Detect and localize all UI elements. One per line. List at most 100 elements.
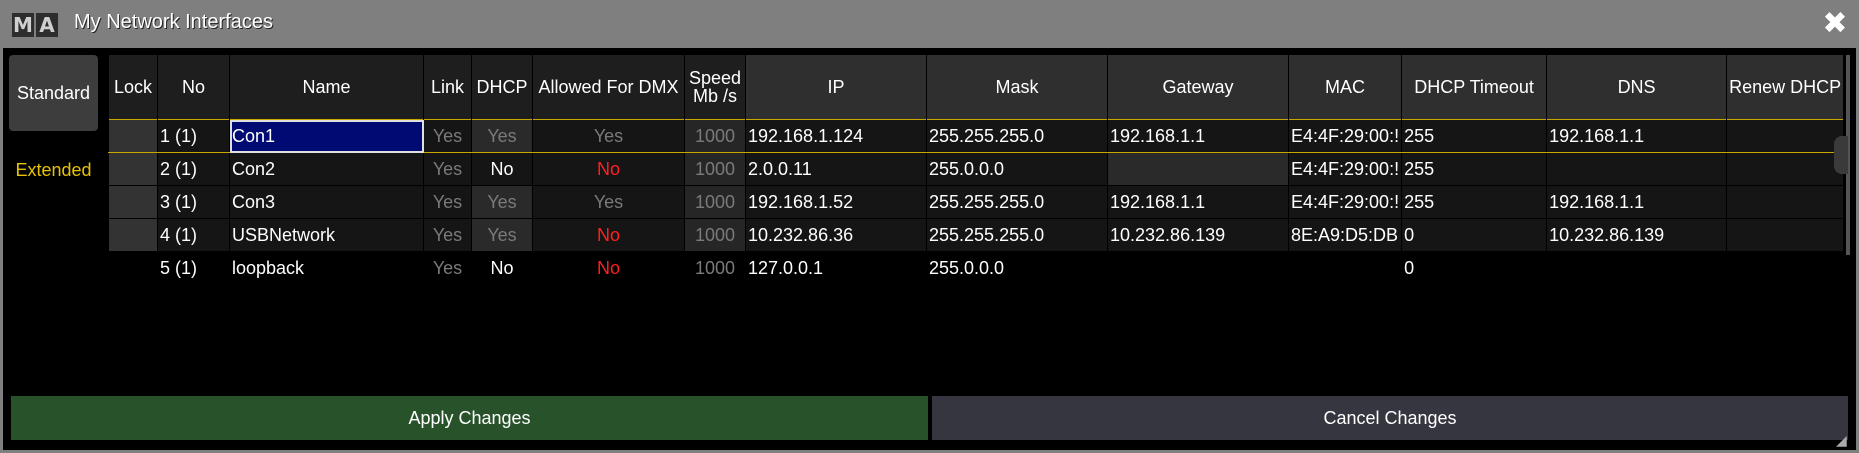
renew-cell[interactable] [1726, 251, 1845, 285]
dhcp-timeout-cell[interactable]: 255 [1401, 185, 1548, 219]
logo-letter-m: M [12, 13, 34, 37]
dmx-cell[interactable]: No [532, 152, 685, 186]
mac-cell: 8E:A9:D5:DB [1287, 218, 1403, 252]
no-cell: 4 (1) [157, 218, 230, 252]
table-row[interactable]: 5 (1) loopback Yes No No 1000 127.0.0.1 … [108, 251, 1845, 285]
no-cell: 5 (1) [157, 251, 230, 285]
scroll-handle[interactable] [1834, 136, 1848, 174]
link-cell: Yes [423, 218, 472, 252]
dhcp-cell[interactable]: Yes [471, 218, 533, 252]
apply-changes-button[interactable]: Apply Changes [11, 396, 928, 440]
cancel-changes-button[interactable]: Cancel Changes [932, 396, 1848, 440]
dhcp-timeout-cell[interactable]: 255 [1401, 152, 1548, 186]
col-allowed-for-dmx[interactable]: Allowed For DMX [532, 55, 685, 120]
name-cell[interactable]: loopback [229, 251, 424, 285]
lock-cell[interactable] [108, 218, 158, 252]
mac-cell [1287, 251, 1403, 285]
dhcp-cell[interactable]: No [471, 152, 533, 186]
col-speed[interactable]: Speed Mb /s [684, 55, 746, 120]
col-gateway[interactable]: Gateway [1107, 55, 1289, 120]
col-dhcp-timeout[interactable]: DHCP Timeout [1401, 55, 1548, 120]
mask-cell[interactable]: 255.255.255.0 [926, 119, 1108, 153]
table-header: Lock No Name Link DHCP Allowed For DMX S… [108, 55, 1845, 120]
mask-cell[interactable]: 255.0.0.0 [926, 251, 1108, 285]
ip-cell[interactable]: 192.168.1.124 [745, 119, 927, 153]
lock-cell [108, 251, 158, 285]
dns-cell[interactable] [1546, 152, 1728, 186]
col-mac[interactable]: MAC [1287, 55, 1403, 120]
link-cell: Yes [423, 119, 472, 153]
no-cell: 1 (1) [157, 119, 230, 153]
col-speed-bottom: Mb /s [692, 86, 737, 106]
name-cell[interactable]: Con2 [229, 152, 424, 186]
link-cell: Yes [423, 152, 472, 186]
tab-extended[interactable]: Extended [9, 132, 98, 208]
col-speed-top: Speed [688, 68, 742, 88]
mask-cell[interactable]: 255.255.255.0 [926, 185, 1108, 219]
dns-cell[interactable]: 192.168.1.1 [1546, 119, 1728, 153]
col-lock[interactable]: Lock [108, 55, 158, 120]
name-cell[interactable]: Con3 [229, 185, 424, 219]
dmx-cell[interactable]: Yes [532, 185, 685, 219]
dhcp-timeout-cell[interactable]: 0 [1401, 218, 1548, 252]
dmx-cell[interactable]: No [532, 251, 685, 285]
table-row[interactable]: 2 (1) Con2 Yes No No 1000 2.0.0.11 255.0… [108, 152, 1845, 186]
renew-cell[interactable] [1726, 185, 1845, 219]
dmx-cell[interactable]: Yes [532, 119, 685, 153]
col-name[interactable]: Name [229, 55, 424, 120]
tab-standard[interactable]: Standard [9, 55, 98, 131]
renew-cell[interactable] [1726, 119, 1845, 153]
speed-cell: 1000 [684, 152, 746, 186]
ip-cell[interactable]: 2.0.0.11 [745, 152, 927, 186]
gateway-cell[interactable] [1107, 251, 1289, 285]
ip-cell[interactable]: 10.232.86.36 [745, 218, 927, 252]
link-cell: Yes [423, 185, 472, 219]
speed-cell: 1000 [684, 185, 746, 219]
dhcp-cell[interactable]: Yes [471, 185, 533, 219]
col-link[interactable]: Link [423, 55, 472, 120]
col-mask[interactable]: Mask [926, 55, 1108, 120]
network-interfaces-table: Lock No Name Link DHCP Allowed For DMX S… [108, 55, 1845, 285]
table-row[interactable]: 4 (1) USBNetwork Yes Yes No 1000 10.232.… [108, 218, 1845, 252]
name-cell-selected[interactable]: Con1 [229, 119, 424, 153]
name-cell[interactable]: USBNetwork [229, 218, 424, 252]
lock-cell[interactable] [108, 119, 158, 153]
window-title: My Network Interfaces [74, 11, 273, 33]
mask-cell[interactable]: 255.255.255.0 [926, 218, 1108, 252]
close-icon[interactable]: ✖ [1818, 6, 1852, 42]
no-cell: 2 (1) [157, 152, 230, 186]
col-renew-dhcp[interactable]: Renew DHCP [1726, 55, 1845, 120]
speed-cell: 1000 [684, 218, 746, 252]
title-bar: M A My Network Interfaces ✖ [0, 0, 1859, 48]
col-dhcp[interactable]: DHCP [471, 55, 533, 120]
dns-cell[interactable]: 192.168.1.1 [1546, 185, 1728, 219]
dmx-cell[interactable]: No [532, 218, 685, 252]
logo-letter-a: A [36, 13, 58, 37]
mac-cell: E4:4F:29:00:! [1287, 185, 1403, 219]
table-row[interactable]: 1 (1) Con1 Yes Yes Yes 1000 192.168.1.12… [108, 119, 1845, 153]
renew-cell[interactable] [1726, 218, 1845, 252]
link-cell: Yes [423, 251, 472, 285]
resize-grip-icon[interactable]: ◢ [1836, 432, 1852, 448]
gateway-cell[interactable]: 192.168.1.1 [1107, 119, 1289, 153]
speed-cell: 1000 [684, 251, 746, 285]
renew-cell[interactable] [1726, 152, 1845, 186]
col-dns[interactable]: DNS [1546, 55, 1728, 120]
lock-cell[interactable] [108, 185, 158, 219]
ip-cell[interactable]: 127.0.0.1 [745, 251, 927, 285]
col-ip[interactable]: IP [745, 55, 927, 120]
gateway-cell[interactable]: 192.168.1.1 [1107, 185, 1289, 219]
dns-cell[interactable]: 10.232.86.139 [1546, 218, 1728, 252]
mask-cell[interactable]: 255.0.0.0 [926, 152, 1108, 186]
dhcp-cell[interactable]: Yes [471, 119, 533, 153]
ip-cell[interactable]: 192.168.1.52 [745, 185, 927, 219]
dhcp-cell[interactable]: No [471, 251, 533, 285]
col-no[interactable]: No [157, 55, 230, 120]
gateway-cell[interactable] [1107, 152, 1289, 186]
dhcp-timeout-cell[interactable]: 0 [1401, 251, 1548, 285]
table-row[interactable]: 3 (1) Con3 Yes Yes Yes 1000 192.168.1.52… [108, 185, 1845, 219]
dhcp-timeout-cell[interactable]: 255 [1401, 119, 1548, 153]
dns-cell[interactable] [1546, 251, 1728, 285]
gateway-cell[interactable]: 10.232.86.139 [1107, 218, 1289, 252]
lock-cell[interactable] [108, 152, 158, 186]
